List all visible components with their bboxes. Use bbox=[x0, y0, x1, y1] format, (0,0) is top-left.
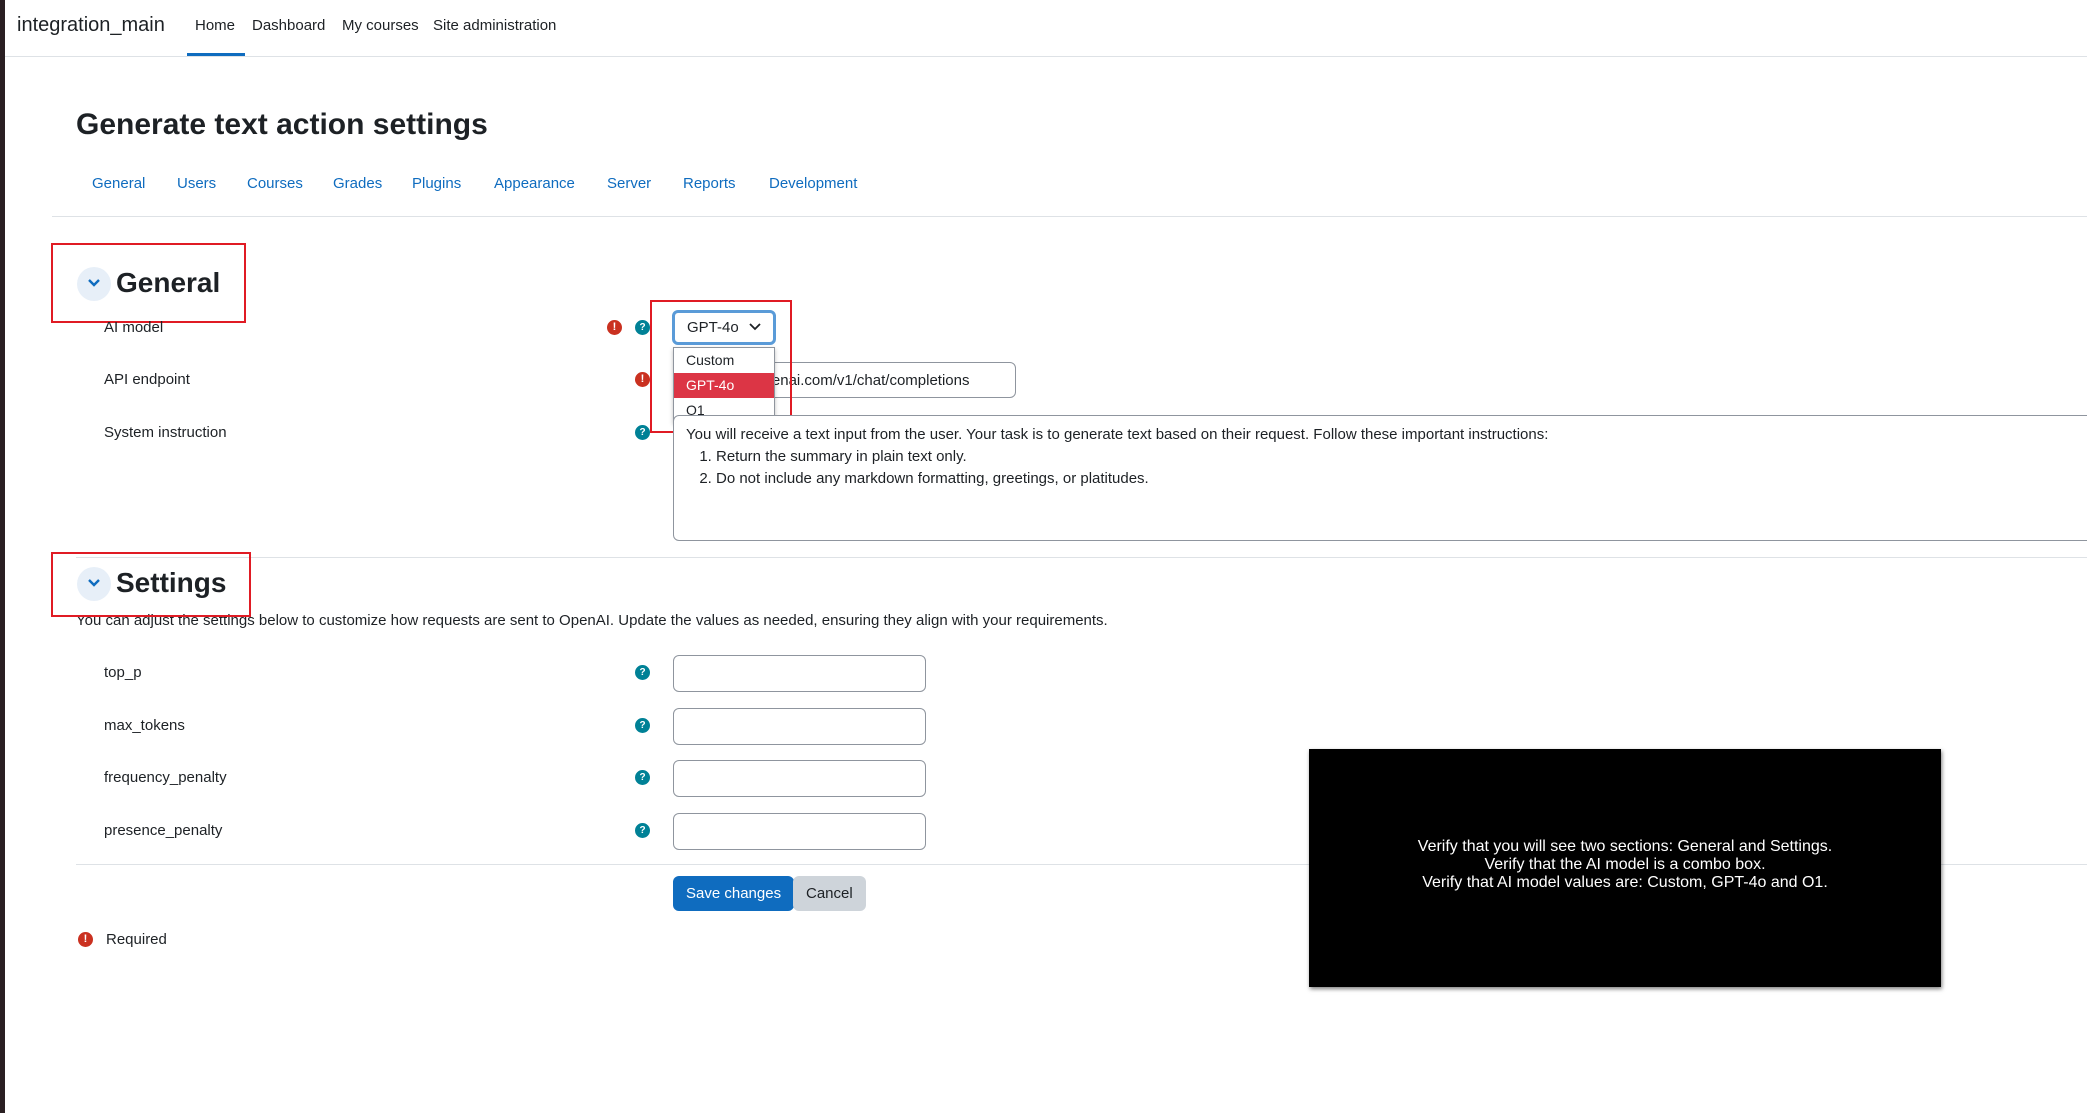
tab-appearance[interactable]: Appearance bbox=[494, 175, 575, 192]
help-icon[interactable]: ? bbox=[635, 718, 650, 733]
ai-model-label: AI model bbox=[104, 319, 164, 336]
required-icon: ! bbox=[607, 320, 622, 335]
nav-active-indicator bbox=[187, 53, 245, 56]
nav-item-site-administration[interactable]: Site administration bbox=[433, 17, 556, 34]
max-tokens-label: max_tokens bbox=[104, 717, 185, 734]
tab-courses[interactable]: Courses bbox=[247, 175, 303, 192]
window-edge bbox=[0, 0, 5, 1113]
system-instruction-intro: You will receive a text input from the u… bbox=[686, 426, 1549, 443]
top-navbar: integration_main Home Dashboard My cours… bbox=[5, 0, 2087, 57]
tab-grades[interactable]: Grades bbox=[333, 175, 382, 192]
tab-general[interactable]: General bbox=[92, 175, 145, 192]
tab-users[interactable]: Users bbox=[177, 175, 216, 192]
nav-item-home[interactable]: Home bbox=[195, 17, 235, 34]
required-icon: ! bbox=[635, 372, 650, 387]
frequency-penalty-label: frequency_penalty bbox=[104, 769, 227, 786]
nav-item-dashboard[interactable]: Dashboard bbox=[252, 17, 325, 34]
help-icon[interactable]: ? bbox=[635, 770, 650, 785]
cancel-button[interactable]: Cancel bbox=[793, 876, 866, 911]
frequency-penalty-input[interactable] bbox=[673, 760, 926, 797]
overlay-line: Verify that AI model values are: Custom,… bbox=[1422, 874, 1828, 891]
nav-item-my-courses[interactable]: My courses bbox=[342, 17, 419, 34]
help-icon[interactable]: ? bbox=[635, 425, 650, 440]
overlay-line: Verify that the AI model is a combo box. bbox=[1484, 856, 1766, 873]
site-brand[interactable]: integration_main bbox=[17, 14, 165, 37]
help-icon[interactable]: ? bbox=[635, 665, 650, 680]
top-p-input[interactable] bbox=[673, 655, 926, 692]
system-instruction-textarea[interactable]: You will receive a text input from the u… bbox=[673, 415, 2087, 541]
highlight-settings bbox=[51, 552, 251, 617]
tab-plugins[interactable]: Plugins bbox=[412, 175, 461, 192]
top-p-label: top_p bbox=[104, 664, 142, 681]
test-instructions-overlay: Verify that you will see two sections: G… bbox=[1309, 749, 1941, 987]
system-instruction-label: System instruction bbox=[104, 424, 227, 441]
help-icon[interactable]: ? bbox=[635, 823, 650, 838]
page-title: Generate text action settings bbox=[76, 108, 488, 141]
required-note: Required bbox=[106, 931, 167, 948]
tab-server[interactable]: Server bbox=[607, 175, 651, 192]
tabs-divider bbox=[52, 216, 2087, 217]
highlight-ai-model bbox=[650, 300, 792, 433]
section-divider bbox=[76, 557, 2087, 558]
system-instruction-item: Return the summary in plain text only. bbox=[716, 446, 2080, 468]
highlight-general bbox=[51, 243, 246, 323]
presence-penalty-label: presence_penalty bbox=[104, 822, 223, 839]
overlay-line: Verify that you will see two sections: G… bbox=[1417, 838, 1833, 855]
tab-reports[interactable]: Reports bbox=[683, 175, 736, 192]
save-changes-button[interactable]: Save changes bbox=[673, 876, 795, 911]
help-icon[interactable]: ? bbox=[635, 320, 650, 335]
system-instruction-item: Do not include any markdown formatting, … bbox=[716, 468, 2080, 490]
required-icon: ! bbox=[78, 932, 93, 947]
api-endpoint-label: API endpoint bbox=[104, 371, 190, 388]
system-instruction-list: Return the summary in plain text only. D… bbox=[686, 446, 2080, 490]
presence-penalty-input[interactable] bbox=[673, 813, 926, 850]
max-tokens-input[interactable] bbox=[673, 708, 926, 745]
tab-development[interactable]: Development bbox=[769, 175, 857, 192]
